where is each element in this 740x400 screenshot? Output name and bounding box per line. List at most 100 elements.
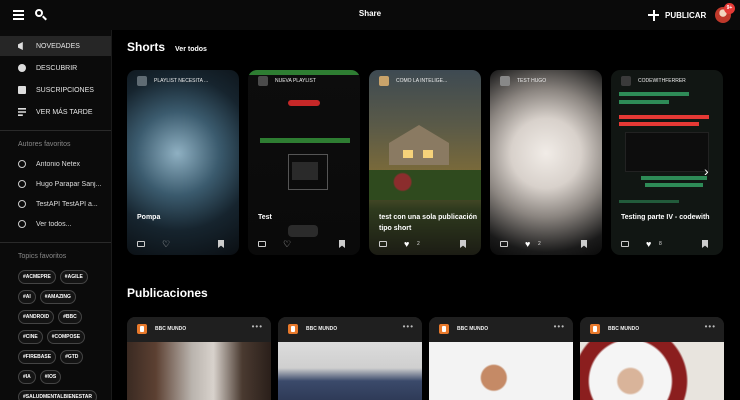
publish-label: PUBLICAR <box>665 10 707 20</box>
code-line <box>619 115 709 119</box>
short-title: test con una sola publicación tipo short <box>379 214 478 232</box>
publish-button[interactable]: PUBLICAR <box>648 8 706 22</box>
short-card[interactable]: TEST HUGO ♥ 2 <box>490 70 602 255</box>
publication-card[interactable]: BBC MUNDO ••• <box>429 317 573 400</box>
topic-tag[interactable]: #AGILE <box>59 270 88 284</box>
topic-tag[interactable]: #GTD <box>60 350 84 364</box>
source-logo-icon[interactable] <box>439 324 449 334</box>
publication-image[interactable] <box>429 342 573 400</box>
publication-image[interactable] <box>278 342 422 400</box>
topic-tag[interactable]: #IOS <box>39 370 62 384</box>
heart-icon[interactable]: ♡ <box>283 240 291 249</box>
see-all-link[interactable]: Ver todos <box>175 46 207 53</box>
channel-avatar[interactable] <box>137 76 147 86</box>
more-options-icon[interactable]: ••• <box>252 322 263 331</box>
sidebar-item-ver-mas-tarde[interactable]: VER MÁS TARDE <box>0 102 111 122</box>
publication-card[interactable]: BBC MUNDO ••• <box>580 317 724 400</box>
topic-tag[interactable]: #ACMEPRE <box>18 270 56 284</box>
bookmark-icon[interactable] <box>702 240 708 248</box>
more-options-icon[interactable]: ••• <box>705 322 716 331</box>
video-decoration <box>369 170 481 200</box>
bookmark-icon[interactable] <box>581 240 587 248</box>
heart-icon[interactable]: ♡ <box>162 240 170 249</box>
source-logo-icon[interactable] <box>137 324 147 334</box>
author-avatar-icon <box>18 180 26 188</box>
sidebar-item-novedades[interactable]: NOVEDADES <box>0 36 111 56</box>
heart-icon[interactable]: ♥ <box>646 240 651 249</box>
short-channel-name[interactable]: COMO LA INTELIGE... <box>396 78 447 84</box>
short-card[interactable]: COMO LA INTELIGE... test con una sola pu… <box>369 70 481 255</box>
top-bar: Share PUBLICAR 9+ <box>0 0 740 30</box>
topic-tag[interactable]: #IA <box>18 370 36 384</box>
code-line <box>619 92 689 96</box>
comment-icon[interactable] <box>500 241 508 247</box>
more-options-icon[interactable]: ••• <box>403 322 414 331</box>
comment-icon[interactable] <box>258 241 266 247</box>
short-card[interactable]: NUEVA PLAYLIST Test ♡ <box>248 70 360 255</box>
code-line <box>645 183 703 187</box>
publications-title: Publicaciones <box>127 286 208 300</box>
topic-tag[interactable]: #ANDROID <box>18 310 55 324</box>
topic-tag[interactable]: #BBC <box>58 310 82 324</box>
heart-icon[interactable]: ♥ <box>404 240 409 249</box>
topic-tag[interactable]: #AMAZING <box>39 290 76 304</box>
source-logo-icon[interactable] <box>288 324 298 334</box>
comment-icon[interactable] <box>137 241 145 247</box>
shorts-header: Shorts Ver todos <box>127 40 207 54</box>
bookmark-icon[interactable] <box>218 240 224 248</box>
short-channel-name[interactable]: NUEVA PLAYLIST <box>275 78 316 84</box>
channel-avatar[interactable] <box>258 76 268 86</box>
short-title: Test <box>258 214 272 221</box>
comment-icon[interactable] <box>379 241 387 247</box>
topic-tag[interactable]: #AI <box>18 290 36 304</box>
code-block <box>625 132 709 172</box>
likes-count: 2 <box>417 241 420 247</box>
bookmark-icon[interactable] <box>460 240 466 248</box>
video-decoration <box>423 150 433 158</box>
author-item[interactable]: Antonio Netex <box>0 154 111 174</box>
channel-avatar[interactable] <box>621 76 631 86</box>
see-all-authors-link[interactable]: Ver todos... <box>0 214 111 234</box>
authors-section-title: Autores favoritos <box>18 141 71 148</box>
author-item[interactable]: TestAPI TestAPI a... <box>0 194 111 214</box>
comment-icon[interactable] <box>621 241 629 247</box>
publication-source[interactable]: BBC MUNDO <box>457 326 488 332</box>
bookmark-icon[interactable] <box>339 240 345 248</box>
topic-tag[interactable]: #FIREBASE <box>18 350 57 364</box>
sidebar-item-label: VER MÁS TARDE <box>36 108 93 116</box>
main-content: Shorts Ver todos PLAYLIST NECESITA ... P… <box>113 30 740 400</box>
publication-source[interactable]: BBC MUNDO <box>306 326 337 332</box>
short-channel-name[interactable]: PLAYLIST NECESITA ... <box>154 78 208 84</box>
topic-tag[interactable]: #SALUDMENTALBIENESTAR <box>18 390 97 400</box>
short-card[interactable]: PLAYLIST NECESITA ... Pompa ♡ <box>127 70 239 255</box>
publication-image[interactable] <box>127 342 271 400</box>
notification-badge[interactable]: 9+ <box>724 3 735 14</box>
sidebar-item-descubrir[interactable]: DESCUBRIR <box>0 58 111 78</box>
topic-tag[interactable]: #COMPOSE <box>46 330 86 344</box>
chevron-right-icon[interactable]: › <box>704 163 709 179</box>
more-options-icon[interactable]: ••• <box>554 322 565 331</box>
topics-section-title: Topics favoritos <box>18 253 67 260</box>
publication-image[interactable] <box>580 342 724 400</box>
sidebar-item-suscripciones[interactable]: SUSCRIPCIONES <box>0 80 111 100</box>
video-decoration <box>288 100 320 106</box>
channel-avatar[interactable] <box>500 76 510 86</box>
publication-source[interactable]: BBC MUNDO <box>155 326 186 332</box>
author-item[interactable]: Hugo Parapar Sanj... <box>0 174 111 194</box>
topic-tag[interactable]: #CINE <box>18 330 43 344</box>
short-actions: ♡ <box>258 240 353 250</box>
shorts-title: Shorts <box>127 40 166 54</box>
publication-card[interactable]: BBC MUNDO ••• <box>278 317 422 400</box>
author-name: Antonio Netex <box>36 160 80 168</box>
likes-count: 2 <box>538 241 541 247</box>
channel-avatar[interactable] <box>379 76 389 86</box>
player-controls[interactable] <box>288 225 318 237</box>
author-avatar-icon <box>18 220 26 228</box>
source-logo-icon[interactable] <box>590 324 600 334</box>
publication-source[interactable]: BBC MUNDO <box>608 326 639 332</box>
heart-icon[interactable]: ♥ <box>525 240 530 249</box>
short-channel-name[interactable]: TEST HUGO <box>517 78 546 84</box>
short-channel-name[interactable]: CODEWITHFERRER <box>638 78 686 84</box>
likes-count: 8 <box>659 241 662 247</box>
publication-card[interactable]: BBC MUNDO ••• <box>127 317 271 400</box>
